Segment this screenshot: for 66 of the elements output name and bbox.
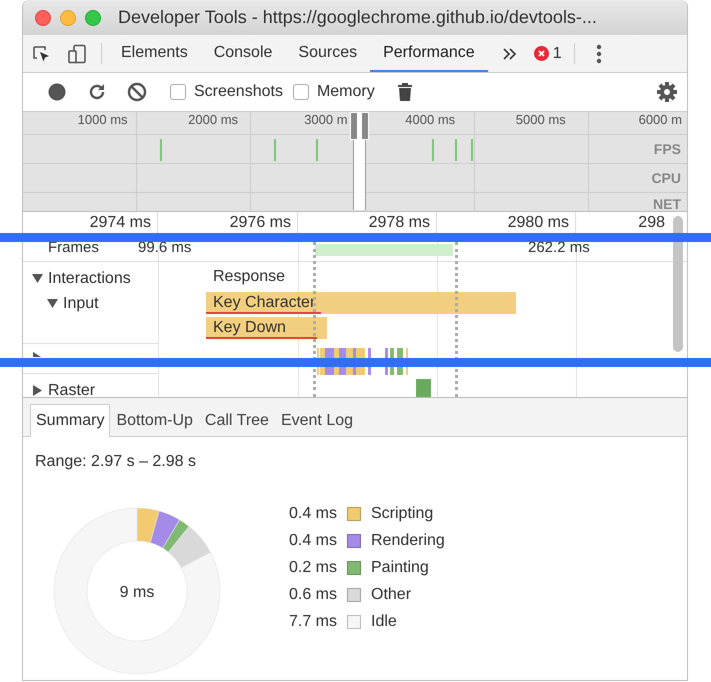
more-menu-icon[interactable] <box>596 44 602 64</box>
time-label: 3000 m <box>304 112 348 127</box>
settings-icon[interactable] <box>656 81 678 103</box>
option-checkbox[interactable] <box>170 84 186 100</box>
details-tab[interactable]: Event Log <box>274 404 360 437</box>
event-bar[interactable]: Key Down <box>206 317 327 339</box>
panel-tab[interactable]: Sources <box>285 35 370 72</box>
time-label: 2000 ms <box>188 112 238 127</box>
track-label[interactable]: Raster <box>48 382 96 397</box>
time-label: 4000 ms <box>405 112 456 127</box>
window-title: Developer Tools - https://googlechrome.github.io/devtools-... <box>118 7 597 28</box>
reload-icon[interactable] <box>87 82 107 102</box>
option-label: Memory <box>316 83 375 101</box>
close-button[interactable] <box>35 10 51 26</box>
trash-icon[interactable] <box>396 82 413 102</box>
total-time: 9 ms <box>120 584 154 601</box>
error-count[interactable]: 1 <box>552 44 562 62</box>
range-handle[interactable] <box>353 112 366 210</box>
time-label: 298 <box>638 214 665 231</box>
time-label: 2976 ms <box>230 214 291 231</box>
record-icon[interactable] <box>48 83 66 101</box>
chevrons-icon[interactable] <box>502 46 518 60</box>
legend-label: Other <box>371 586 412 604</box>
event-label: Response <box>212 268 286 286</box>
frame-duration[interactable]: 99.6 ms <box>138 239 192 256</box>
legend-label: Scripting <box>371 505 434 523</box>
collapsed-arrow-icon[interactable] <box>32 352 43 357</box>
legend-value: 7.7 ms <box>288 613 337 631</box>
time-label: 2980 ms <box>508 214 569 231</box>
track-label: Frames <box>48 239 99 256</box>
details-tab[interactable]: Summary <box>30 404 110 437</box>
time-label: 2974 ms <box>90 214 151 231</box>
track-label[interactable]: Input <box>63 294 99 312</box>
error-icon <box>534 46 549 61</box>
option-label: Screenshots <box>194 83 283 101</box>
panel-tab[interactable]: Performance <box>370 35 488 72</box>
legend-label: Idle <box>371 613 397 631</box>
legend-value: 0.4 ms <box>288 505 337 523</box>
expanded-arrow-icon[interactable] <box>32 273 43 284</box>
collapsed-arrow-icon[interactable] <box>32 385 43 396</box>
device-icon[interactable] <box>67 44 87 64</box>
option-checkbox[interactable] <box>292 84 309 100</box>
time-label: 1000 ms <box>78 112 128 127</box>
legend-value: 0.2 ms <box>288 559 337 577</box>
time-label: 2978 ms <box>368 214 430 231</box>
panel-tab[interactable]: Console <box>200 35 286 72</box>
inspect-icon[interactable] <box>31 44 51 64</box>
range-text: Range: 2.97 s – 2.98 s <box>35 453 197 471</box>
lane-label: FPS <box>654 141 681 157</box>
clear-icon[interactable] <box>127 82 147 102</box>
lane-label: NET <box>653 196 681 212</box>
time-label: 6000 m <box>638 112 682 127</box>
expanded-arrow-icon[interactable] <box>47 298 58 309</box>
legend-label: Painting <box>371 559 429 577</box>
details-tab[interactable]: Bottom-Up <box>110 404 199 437</box>
event-bar[interactable]: Key Character <box>206 292 516 314</box>
raster-task-bar <box>416 379 431 397</box>
track-label[interactable]: Interactions <box>48 270 131 288</box>
details-tab[interactable]: Call Tree <box>198 404 275 437</box>
lane-label: CPU <box>651 170 681 186</box>
legend-value: 0.4 ms <box>288 532 337 550</box>
time-label: 5000 ms <box>516 112 566 127</box>
legend-value: 0.6 ms <box>288 586 337 604</box>
legend-label: Rendering <box>371 532 445 550</box>
panel-tab[interactable]: Elements <box>108 35 201 72</box>
scrollbar-thumb[interactable] <box>673 216 683 352</box>
